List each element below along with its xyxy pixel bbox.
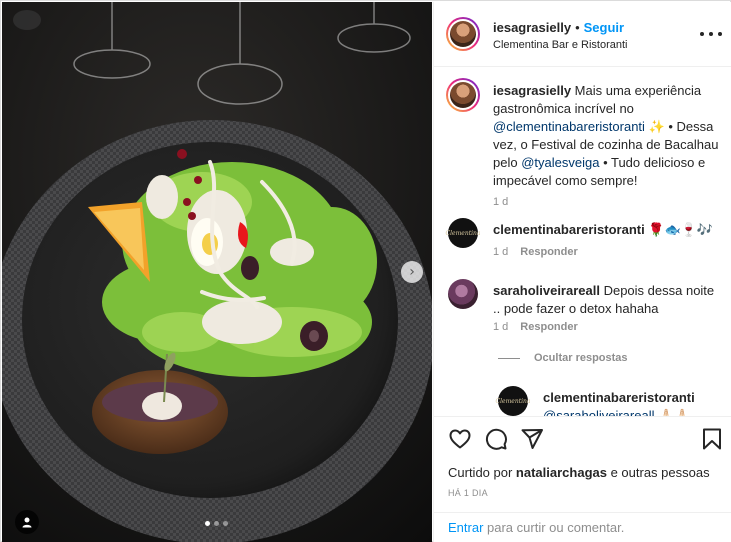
post-header: iesagrasielly • Seguir Clementina Bar e Ri… xyxy=(434,2,731,67)
food-photo xyxy=(2,2,432,542)
login-text: para curtir ou comentar. xyxy=(483,520,625,535)
reply-button[interactable]: Responder xyxy=(520,246,577,258)
heart-icon[interactable] xyxy=(448,427,472,451)
bookmark-icon[interactable] xyxy=(700,427,724,451)
comment-time: 1 d xyxy=(493,246,509,258)
carousel-next-button[interactable]: › xyxy=(401,261,423,283)
caption-avatar[interactable] xyxy=(446,78,480,112)
avatar-logo-text: Clementina xyxy=(445,229,481,237)
caption-text: iesagrasielly Mais uma experiência gastr… xyxy=(493,82,719,190)
likes-suffix: e outras pessoas xyxy=(606,465,710,480)
divider-line xyxy=(498,357,520,359)
hide-replies-label: Ocultar respostas xyxy=(534,352,628,364)
caption-author[interactable]: iesagrasielly xyxy=(493,83,571,98)
post-date: HÁ 1 DIA xyxy=(448,488,488,498)
commenter-avatar[interactable]: Clementina xyxy=(495,386,531,416)
likes-prefix: Curtido por xyxy=(448,465,516,480)
tagged-users-button[interactable] xyxy=(15,510,39,534)
follow-button[interactable]: Seguir xyxy=(584,20,624,35)
login-prompt: Entrar para curtir ou comentar. xyxy=(434,512,731,542)
post-side-panel: iesagrasielly • Seguir Clementina Bar e Ri… xyxy=(433,2,731,542)
location-link[interactable]: Clementina Bar e Ristoranti xyxy=(493,39,628,51)
commenter-username[interactable]: saraholiveirareall xyxy=(493,283,600,298)
author-avatar[interactable] xyxy=(446,17,480,51)
author-username[interactable]: iesagrasielly xyxy=(493,20,571,35)
comment-meta: 1 d Responder xyxy=(493,321,578,333)
commenter-username[interactable]: clementinabareristoranti xyxy=(543,390,695,405)
liker-username[interactable]: nataliarchagas xyxy=(516,465,607,480)
comment-time: 1 d xyxy=(493,321,509,333)
commenter-avatar[interactable] xyxy=(448,279,478,309)
login-link[interactable]: Entrar xyxy=(448,520,483,535)
action-bar: Curtido por nataliarchagas e outras pess… xyxy=(434,416,731,512)
caption-time: 1 d xyxy=(493,196,509,208)
carousel-indicator xyxy=(205,521,228,526)
comment-body: 🌹🐟🍷🎶 xyxy=(644,222,714,237)
post-dialog: › iesagrasielly • Seguir Clementina Bar e … xyxy=(0,0,731,542)
comments-list[interactable]: iesagrasielly Mais uma experiência gastr… xyxy=(434,68,731,416)
share-icon[interactable] xyxy=(520,427,544,451)
hide-replies-button[interactable]: Ocultar respostas xyxy=(498,352,628,364)
reply-body[interactable]: @saraholiveirareall 🙏🏻🙏🏻 xyxy=(543,408,690,416)
chevron-right-icon: › xyxy=(409,264,415,280)
comment-text: saraholiveirareall Depois dessa noite ..… xyxy=(493,282,717,318)
commenter-username[interactable]: clementinabareristoranti xyxy=(493,222,645,237)
mention-link[interactable]: @clementinabareristoranti xyxy=(493,119,645,134)
post-media[interactable]: › xyxy=(2,2,432,542)
likes-summary: Curtido por nataliarchagas e outras pess… xyxy=(448,465,710,480)
reply-button[interactable]: Responder xyxy=(520,321,577,333)
user-icon xyxy=(22,517,32,528)
more-options-icon[interactable] xyxy=(700,27,722,41)
commenter-avatar[interactable]: Clementina xyxy=(445,218,481,248)
comment-icon[interactable] xyxy=(484,427,508,451)
comment-text: clementinabareristoranti 🌹🐟🍷🎶 xyxy=(493,221,717,239)
mention-link[interactable]: @tyalesveiga xyxy=(521,155,599,170)
comment-meta: 1 d Responder xyxy=(493,246,578,258)
carousel-dot xyxy=(205,521,210,526)
header-separator: • xyxy=(575,20,580,35)
carousel-dot xyxy=(223,521,228,526)
carousel-dot xyxy=(214,521,219,526)
comment-text: clementinabareristoranti @saraholiveirare… xyxy=(543,389,731,416)
avatar-logo-text: Clementina xyxy=(495,397,531,405)
